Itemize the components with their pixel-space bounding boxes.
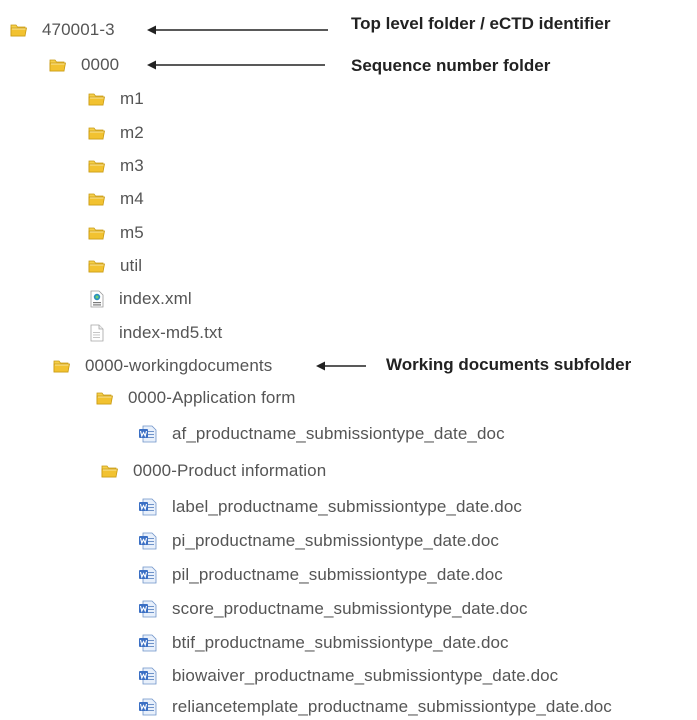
- tree-row-sequence[interactable]: 0000: [49, 52, 119, 78]
- file-label: pil_productname_submissiontype_date.doc: [172, 565, 503, 584]
- folder-label: 470001-3: [42, 20, 115, 39]
- arrow-working: [316, 361, 366, 371]
- annotation-sequence: Sequence number folder: [351, 56, 551, 75]
- tree-row-app-form[interactable]: 0000-Application form: [96, 385, 295, 411]
- file-label: pi_productname_submissiontype_date.doc: [172, 531, 500, 550]
- tree-row-doc[interactable]: label_productname_submissiontype_date.do…: [138, 494, 522, 520]
- folder-label: util: [120, 256, 143, 275]
- tree-row-root[interactable]: 470001-3: [10, 17, 115, 43]
- tree-row-doc[interactable]: btif_productname_submissiontype_date.doc: [138, 630, 509, 656]
- word-doc-icon: [138, 667, 158, 685]
- arrow-top: [147, 25, 328, 35]
- folder-icon: [88, 258, 106, 274]
- folder-label: m3: [120, 156, 144, 175]
- folder-icon: [49, 57, 67, 73]
- file-label: score_productname_submissiontype_date.do…: [172, 599, 528, 618]
- tree-row-doc[interactable]: pi_productname_submissiontype_date.doc: [138, 528, 499, 554]
- word-doc-icon: [138, 425, 158, 443]
- word-doc-icon: [138, 566, 158, 584]
- folder-icon: [96, 390, 114, 406]
- folder-label: m4: [120, 189, 144, 208]
- folder-icon: [53, 358, 71, 374]
- file-label: af_productname_submissiontype_date_doc: [172, 424, 505, 443]
- folder-label: m5: [120, 223, 144, 242]
- folder-icon: [88, 91, 106, 107]
- word-doc-icon: [138, 634, 158, 652]
- tree-row-doc[interactable]: reliancetemplate_productname_submissiont…: [138, 694, 612, 720]
- tree-row-doc[interactable]: af_productname_submissiontype_date_doc: [138, 421, 505, 447]
- arrow-sequence: [147, 60, 325, 70]
- file-label: btif_productname_submissiontype_date.doc: [172, 633, 509, 652]
- tree-row-module[interactable]: m4: [88, 186, 144, 212]
- tree-row-doc[interactable]: biowaiver_productname_submissiontype_dat…: [138, 663, 558, 689]
- word-doc-icon: [138, 498, 158, 516]
- file-label: biowaiver_productname_submissiontype_dat…: [172, 666, 559, 685]
- annotation-working: Working documents subfolder: [386, 355, 632, 374]
- file-label: label_productname_submissiontype_date.do…: [172, 497, 522, 516]
- tree-row-working[interactable]: 0000-workingdocuments: [53, 353, 272, 379]
- file-label: reliancetemplate_productname_submissiont…: [172, 697, 612, 716]
- annotation-top: Top level folder / eCTD identifier: [351, 14, 611, 33]
- folder-label: m1: [120, 89, 144, 108]
- folder-label: 0000-workingdocuments: [85, 356, 273, 375]
- folder-label: m2: [120, 123, 144, 142]
- tree-row-module[interactable]: m2: [88, 120, 144, 146]
- tree-row-module[interactable]: m1: [88, 86, 144, 112]
- folder-icon: [101, 463, 119, 479]
- word-doc-icon: [138, 698, 158, 716]
- tree-row-module[interactable]: util: [88, 253, 142, 279]
- folder-label: 0000: [81, 55, 120, 74]
- folder-icon: [88, 225, 106, 241]
- tree-row-doc[interactable]: pil_productname_submissiontype_date.doc: [138, 562, 503, 588]
- folder-label: 0000-Product information: [133, 461, 327, 480]
- text-file-icon: [89, 324, 105, 342]
- tree-row-file[interactable]: index-md5.txt: [89, 320, 222, 346]
- tree-row-product-info[interactable]: 0000-Product information: [101, 458, 326, 484]
- folder-icon: [88, 191, 106, 207]
- tree-row-doc[interactable]: score_productname_submissiontype_date.do…: [138, 596, 528, 622]
- folder-label: 0000-Application form: [128, 388, 296, 407]
- word-doc-icon: [138, 532, 158, 550]
- tree-row-module[interactable]: m3: [88, 153, 144, 179]
- folder-icon: [88, 158, 106, 174]
- xml-file-icon: [89, 290, 105, 308]
- folder-icon: [88, 125, 106, 141]
- tree-row-module[interactable]: m5: [88, 220, 144, 246]
- word-doc-icon: [138, 600, 158, 618]
- folder-icon: [10, 22, 28, 38]
- file-label: index-md5.txt: [119, 323, 223, 342]
- tree-row-file[interactable]: index.xml: [89, 286, 192, 312]
- file-label: index.xml: [119, 289, 192, 308]
